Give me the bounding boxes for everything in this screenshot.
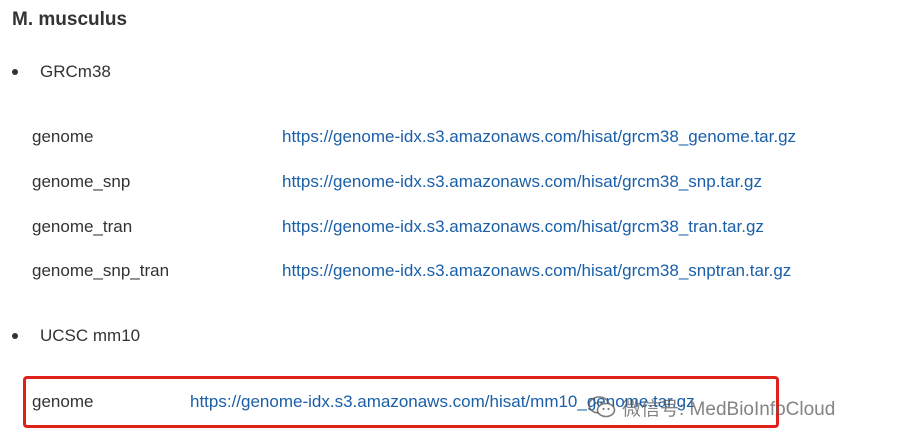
index-name: genome_tran: [32, 217, 133, 236]
page-title: M. musculus: [12, 9, 128, 30]
index-name: genome: [32, 127, 94, 146]
table-row: genome_snp_tran https://genome-idx.s3.am…: [0, 257, 900, 285]
download-link[interactable]: https://genome-idx.s3.amazonaws.com/hisa…: [282, 213, 764, 241]
index-name: genome_snp_tran: [32, 261, 170, 280]
index-name: genome_snp: [32, 172, 131, 191]
table-row: genome_snp https://genome-idx.s3.amazona…: [0, 168, 900, 196]
download-link[interactable]: https://genome-idx.s3.amazonaws.com/hisa…: [282, 257, 791, 285]
highlight-box: [23, 376, 779, 428]
table-row: genome_tran https://genome-idx.s3.amazon…: [0, 213, 900, 241]
download-link[interactable]: https://genome-idx.s3.amazonaws.com/hisa…: [282, 168, 762, 196]
table-row: genome https://genome-idx.s3.amazonaws.c…: [0, 123, 900, 151]
download-link[interactable]: https://genome-idx.s3.amazonaws.com/hisa…: [282, 123, 796, 151]
section-label: GRCm38: [40, 62, 111, 81]
section-label: UCSC mm10: [40, 326, 141, 345]
bullet-icon: [12, 333, 18, 339]
bullet-icon: [12, 69, 18, 75]
